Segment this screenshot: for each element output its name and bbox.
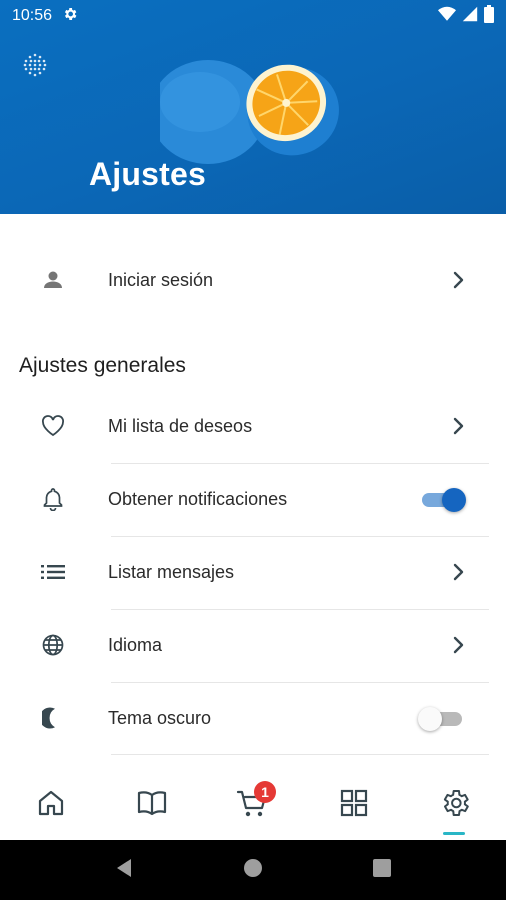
status-time: 10:56 [12, 7, 53, 24]
bottom-navigation: 1 [0, 770, 506, 840]
login-row[interactable]: Iniciar sesión [0, 244, 506, 316]
notifications-label: Obtener notificaciones [108, 488, 288, 509]
wifi-icon [438, 6, 456, 27]
language-label: Idioma [108, 634, 163, 655]
active-tab-indicator [443, 832, 466, 835]
book-icon [136, 788, 168, 823]
page-title: Ajustes [89, 156, 206, 192]
dark-theme-row: Tema oscuro [0, 682, 506, 754]
battery-icon [484, 4, 494, 28]
person-icon [36, 263, 70, 297]
dark-theme-label: Tema oscuro [108, 707, 212, 728]
divider [111, 754, 489, 755]
messages-row[interactable]: Listar mensajes [0, 536, 506, 608]
home-icon [36, 788, 66, 823]
chevron-right-icon [452, 562, 466, 582]
nav-categories[interactable] [324, 775, 384, 835]
status-bar: 10:56 [0, 0, 506, 32]
chevron-right-icon [452, 635, 466, 655]
back-icon[interactable] [115, 858, 133, 883]
settings-status-icon [62, 6, 78, 27]
app-logo-icon [22, 52, 48, 83]
list-icon [36, 555, 70, 589]
dark-theme-toggle[interactable] [418, 705, 466, 731]
nav-catalog[interactable] [122, 775, 182, 835]
signal-icon [462, 6, 478, 27]
heart-icon [36, 409, 70, 443]
login-label: Iniciar sesión [108, 269, 214, 290]
nav-cart[interactable]: 1 [223, 775, 283, 835]
settings-icon [439, 787, 471, 824]
chevron-right-icon [452, 416, 466, 436]
messages-label: Listar mensajes [108, 561, 235, 582]
grid-icon [339, 788, 369, 823]
section-title-general: Ajustes generales [19, 354, 186, 377]
language-row[interactable]: Idioma [0, 609, 506, 681]
nav-settings[interactable] [425, 775, 485, 835]
recents-icon[interactable] [373, 858, 391, 882]
chevron-right-icon [452, 270, 466, 290]
cart-badge: 1 [253, 781, 276, 803]
home-circle-icon[interactable] [243, 858, 263, 883]
settings-content: Iniciar sesión Ajustes generales Mi list… [0, 214, 506, 770]
moon-icon [36, 701, 70, 735]
notifications-toggle[interactable] [420, 486, 466, 512]
globe-icon [36, 628, 70, 662]
wishlist-label: Mi lista de deseos [108, 415, 253, 436]
notifications-row: Obtener notificaciones [0, 463, 506, 535]
nav-home[interactable] [21, 775, 81, 835]
bell-icon [36, 482, 70, 516]
wishlist-row[interactable]: Mi lista de deseos [0, 390, 506, 462]
system-navigation-bar [0, 840, 506, 900]
header-banner: 10:56 Ajustes [0, 0, 506, 214]
